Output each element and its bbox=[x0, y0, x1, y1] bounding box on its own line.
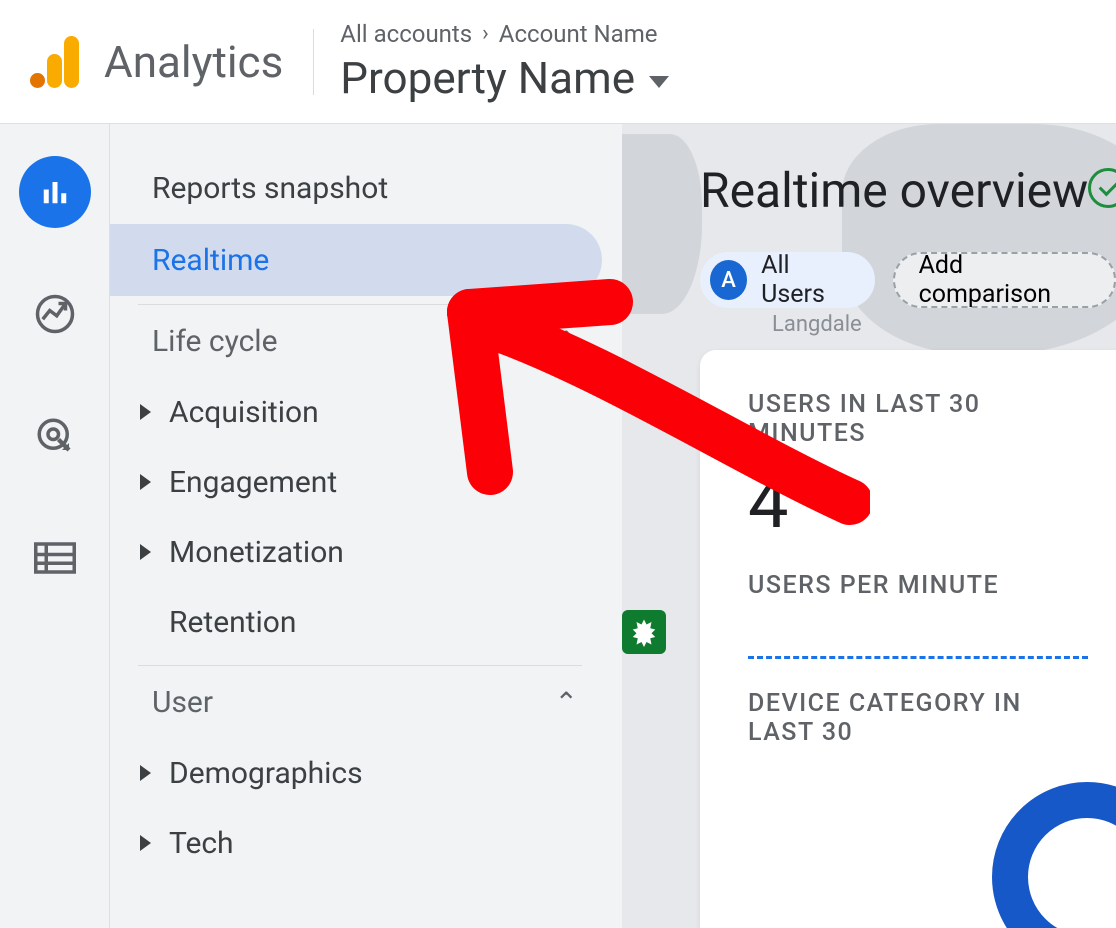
chip-label: Add comparison bbox=[919, 251, 1090, 309]
rail-explore-button[interactable] bbox=[19, 278, 91, 350]
device-category-label: DEVICE CATEGORY IN LAST 30 bbox=[748, 689, 1088, 747]
nav-retention[interactable]: Retention bbox=[110, 587, 622, 657]
nav-label: Acquisition bbox=[169, 395, 319, 430]
chevron-up-icon: ⌃ bbox=[555, 686, 578, 719]
breadcrumb-account-name[interactable]: Account Name bbox=[499, 20, 658, 48]
analytics-logo-icon bbox=[30, 36, 80, 88]
logo-section: Analytics bbox=[30, 36, 283, 88]
chevron-right-icon: › bbox=[482, 21, 489, 46]
nav-acquisition[interactable]: Acquisition bbox=[110, 377, 622, 447]
breadcrumb: All accounts › Account Name bbox=[340, 20, 669, 48]
rail-configure-button[interactable] bbox=[19, 522, 91, 594]
nav-tech[interactable]: Tech bbox=[110, 808, 622, 878]
nav-label: Demographics bbox=[169, 756, 363, 791]
nav-label: Realtime bbox=[152, 243, 269, 278]
property-name: Property Name bbox=[340, 52, 635, 104]
nav-reports-snapshot[interactable]: Reports snapshot bbox=[110, 152, 602, 224]
expand-triangle-icon bbox=[140, 835, 151, 851]
rail-advertising-button[interactable] bbox=[19, 400, 91, 472]
sparkline-placeholder bbox=[748, 656, 1088, 659]
page-title: Realtime overview bbox=[700, 162, 1088, 219]
section-label: User bbox=[152, 685, 213, 720]
section-user[interactable]: User ⌃ bbox=[110, 666, 622, 738]
chip-all-users[interactable]: A All Users bbox=[700, 252, 875, 308]
expand-triangle-icon bbox=[140, 474, 151, 490]
nav-realtime[interactable]: Realtime bbox=[110, 224, 602, 296]
chip-letter-badge: A bbox=[710, 260, 747, 300]
nav-demographics[interactable]: Demographics bbox=[110, 738, 622, 808]
nav-label: Monetization bbox=[169, 535, 344, 570]
chip-label: All Users bbox=[761, 251, 852, 309]
users-last-30-label: USERS IN LAST 30 MINUTES bbox=[748, 390, 1088, 448]
nav-monetization[interactable]: Monetization bbox=[110, 517, 622, 587]
rail-reports-button[interactable] bbox=[19, 156, 91, 228]
chip-add-comparison[interactable]: Add comparison bbox=[893, 252, 1116, 308]
device-donut-chart bbox=[992, 782, 1116, 928]
main-content: Langdale Gibsons Bowen Island Realtime o… bbox=[622, 124, 1116, 928]
chevron-up-icon: ⌃ bbox=[555, 325, 578, 358]
comparison-chips: A All Users Add comparison bbox=[700, 252, 1116, 308]
map-label-langdale: Langdale bbox=[772, 312, 862, 337]
section-label: Life cycle bbox=[152, 324, 278, 359]
header-divider bbox=[313, 29, 314, 95]
reports-sidebar: Reports snapshot Realtime Life cycle ⌃ A… bbox=[110, 124, 622, 928]
nav-label: Reports snapshot bbox=[152, 171, 388, 206]
expand-triangle-icon bbox=[140, 544, 151, 560]
dropdown-triangle-icon bbox=[649, 76, 669, 88]
body-wrapper: Reports snapshot Realtime Life cycle ⌃ A… bbox=[0, 124, 1116, 928]
account-selector[interactable]: All accounts › Account Name Property Nam… bbox=[340, 20, 669, 104]
users-per-minute-label: USERS PER MINUTE bbox=[748, 571, 1088, 600]
realtime-card: USERS IN LAST 30 MINUTES 4 USERS PER MIN… bbox=[700, 350, 1116, 928]
icon-rail bbox=[0, 124, 110, 928]
expand-triangle-icon bbox=[140, 404, 151, 420]
section-life-cycle[interactable]: Life cycle ⌃ bbox=[110, 305, 622, 377]
app-header: Analytics All accounts › Account Name Pr… bbox=[0, 0, 1116, 124]
users-last-30-value: 4 bbox=[748, 460, 1088, 545]
map-marker-icon[interactable] bbox=[622, 610, 666, 654]
spacer bbox=[140, 622, 151, 623]
nav-label: Tech bbox=[169, 826, 234, 861]
nav-label: Engagement bbox=[169, 465, 337, 500]
expand-triangle-icon bbox=[140, 765, 151, 781]
property-selector[interactable]: Property Name bbox=[340, 52, 669, 104]
nav-engagement[interactable]: Engagement bbox=[110, 447, 622, 517]
breadcrumb-all-accounts[interactable]: All accounts bbox=[340, 20, 472, 48]
nav-label: Retention bbox=[169, 605, 296, 640]
product-name: Analytics bbox=[104, 36, 283, 88]
